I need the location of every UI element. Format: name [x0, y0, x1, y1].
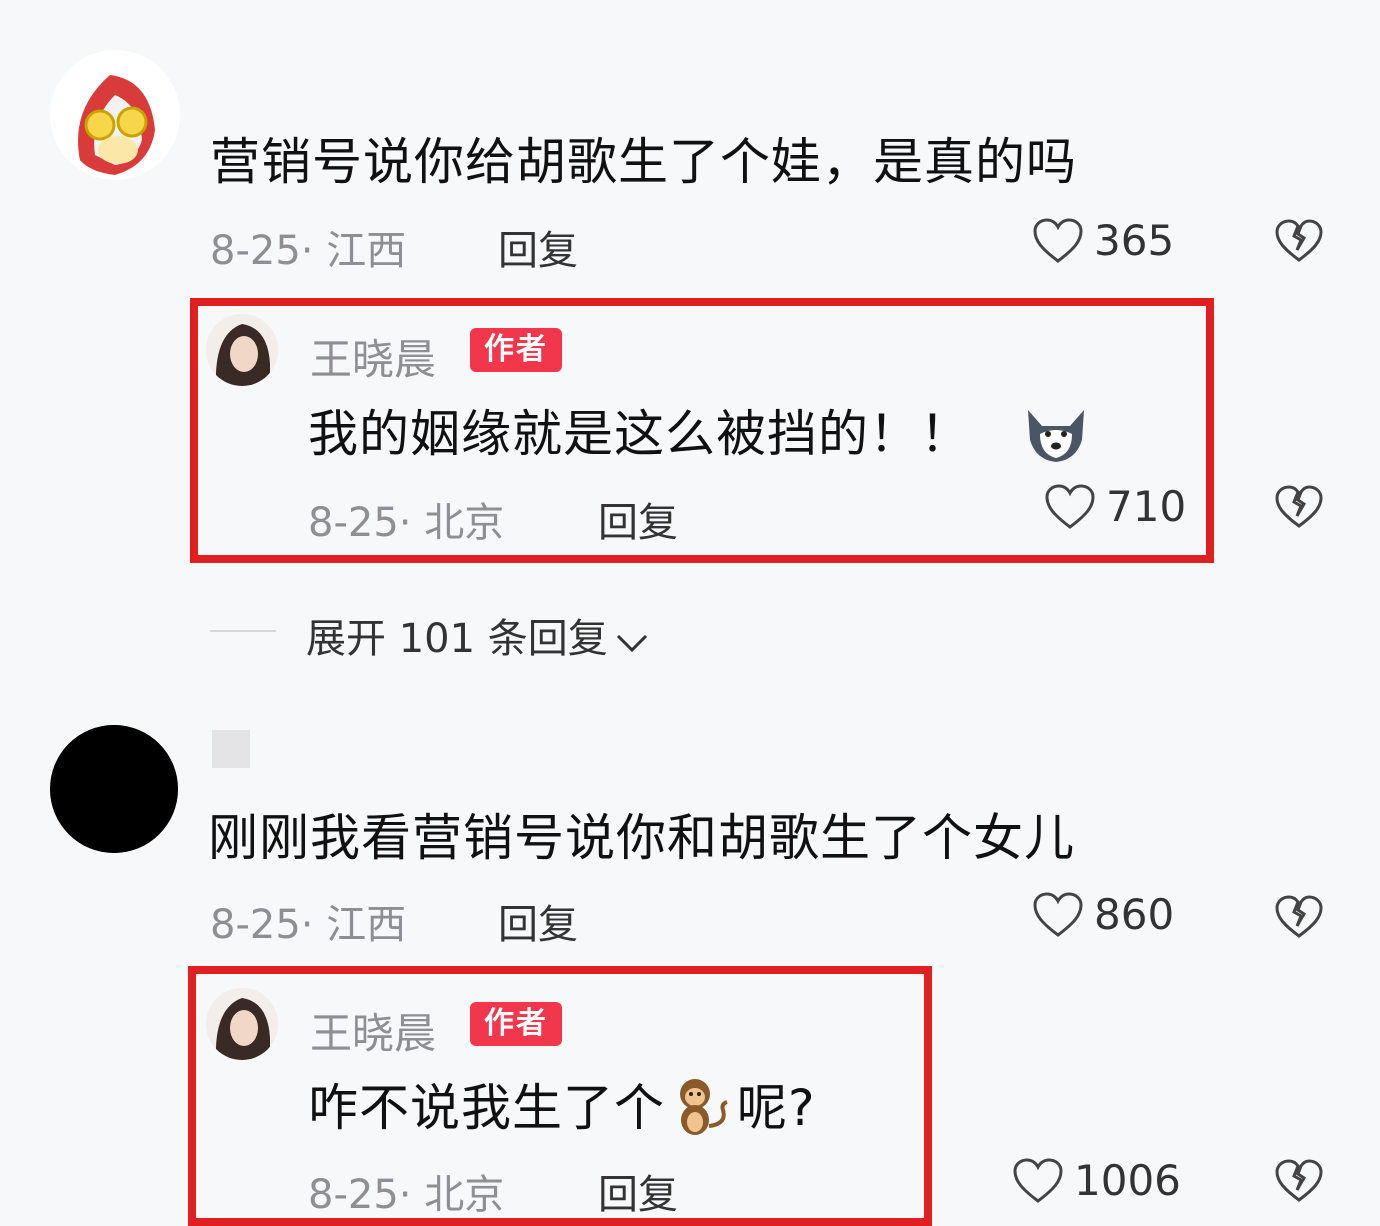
reply-text: 我的姻缘就是这么被挡的！！: [308, 394, 1090, 476]
reply-button[interactable]: 回复: [598, 490, 678, 548]
like-count: 365: [1094, 216, 1175, 265]
dislike-button[interactable]: [1274, 1158, 1324, 1204]
broken-heart-icon: [1275, 219, 1323, 262]
expand-divider: [210, 630, 276, 632]
husky-dog-emoji-icon: [1022, 400, 1090, 476]
like-button[interactable]: 860: [1032, 890, 1174, 939]
like-count: 860: [1094, 890, 1175, 939]
comment-meta: 8-25· 江西: [210, 228, 407, 274]
expand-replies-button[interactable]: 展开 101 条回复: [306, 606, 650, 664]
like-count: 1006: [1074, 1156, 1181, 1205]
chevron-down-icon: [614, 618, 650, 664]
reply-meta: 8-25· 北京: [308, 1172, 505, 1218]
author-name[interactable]: 王晓晨: [310, 326, 436, 387]
comment-text: 营销号说你给胡歌生了个娃，是真的吗: [210, 133, 1077, 191]
dislike-button[interactable]: [1274, 218, 1324, 264]
author-badge: 作者: [470, 1002, 562, 1046]
broken-heart-icon: [1275, 1159, 1323, 1202]
comment-meta: 8-25· 江西: [210, 902, 407, 948]
author-badge: 作者: [470, 328, 562, 372]
author-avatar[interactable]: [206, 988, 278, 1060]
reply-button[interactable]: 回复: [498, 218, 578, 276]
author-portrait-icon: [206, 988, 278, 1060]
reply-text: 咋不说我生了个 呢?: [308, 1068, 816, 1150]
broken-heart-icon: [1275, 895, 1323, 938]
like-count: 710: [1106, 482, 1187, 531]
cartoon-hero-avatar-icon: [50, 50, 180, 180]
commenter-avatar[interactable]: [50, 725, 178, 853]
author-portrait-icon: [206, 314, 278, 386]
dislike-button[interactable]: [1274, 894, 1324, 940]
like-button[interactable]: 710: [1044, 482, 1186, 531]
heart-icon: [1044, 483, 1096, 531]
comment-text: 刚刚我看营销号说你和胡歌生了个女儿: [208, 809, 1075, 867]
broken-heart-icon: [1275, 485, 1323, 528]
black-circle-avatar-icon: [50, 725, 178, 853]
like-button[interactable]: 1006: [1012, 1156, 1181, 1205]
author-name[interactable]: 王晓晨: [310, 1000, 436, 1061]
reply-meta: 8-25· 北京: [308, 500, 505, 546]
author-avatar[interactable]: [206, 314, 278, 386]
commenter-name-placeholder: [212, 730, 250, 768]
heart-icon: [1012, 1157, 1064, 1205]
heart-icon: [1032, 217, 1084, 265]
monkey-emoji-icon: [669, 1074, 733, 1150]
commenter-avatar[interactable]: [50, 50, 180, 180]
heart-icon: [1032, 891, 1084, 939]
dislike-button[interactable]: [1274, 484, 1324, 530]
like-button[interactable]: 365: [1032, 216, 1174, 265]
reply-button[interactable]: 回复: [498, 892, 578, 950]
reply-button[interactable]: 回复: [598, 1162, 678, 1220]
